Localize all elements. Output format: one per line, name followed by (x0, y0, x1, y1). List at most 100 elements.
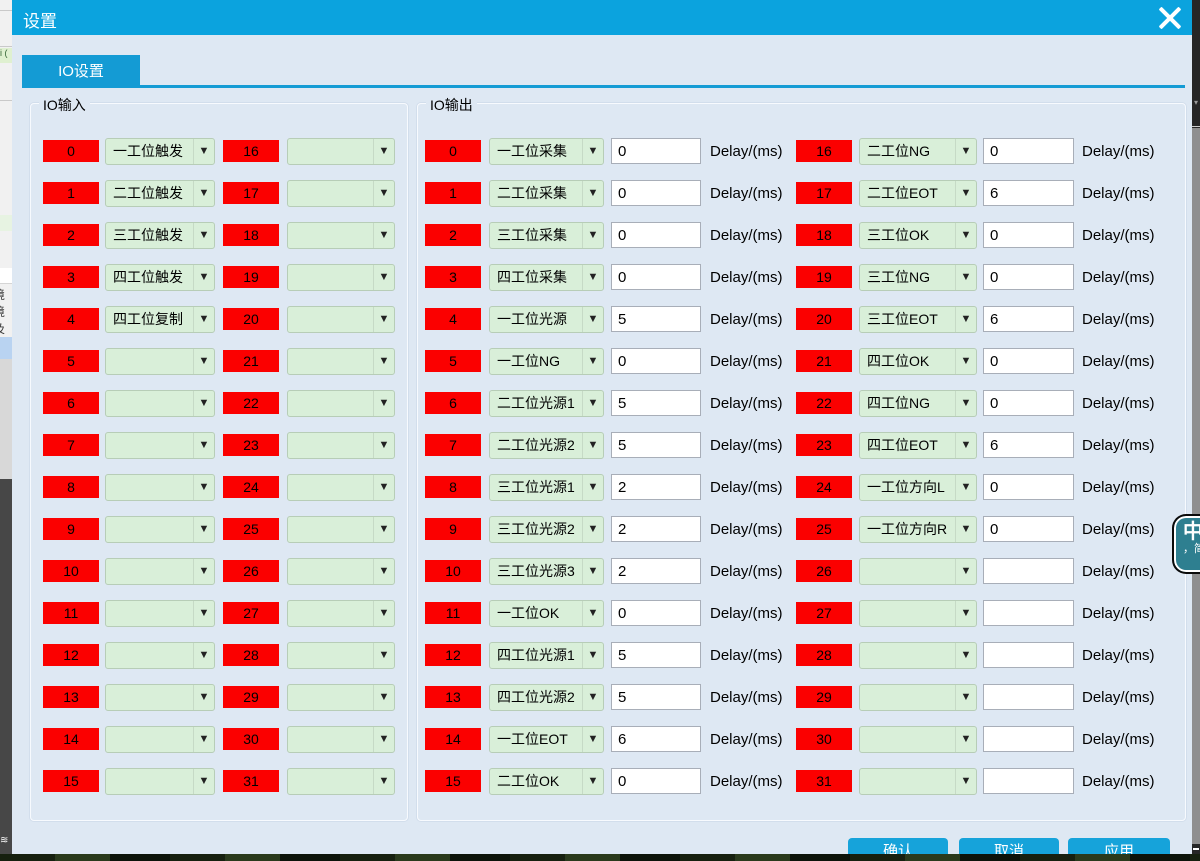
delay-input[interactable] (983, 768, 1074, 794)
io-input-function-dropdown[interactable]: ▼ (287, 432, 395, 459)
io-input-function-dropdown[interactable]: ▼ (105, 684, 215, 711)
close-icon[interactable] (1155, 3, 1185, 33)
io-output-function-dropdown[interactable]: 二工位光源2▼ (489, 432, 604, 459)
delay-input[interactable] (983, 432, 1074, 458)
delay-input[interactable] (983, 474, 1074, 500)
io-input-function-dropdown[interactable]: ▼ (105, 558, 215, 585)
io-output-function-dropdown[interactable]: ▼ (859, 768, 977, 795)
io-output-function-dropdown[interactable]: 四工位采集▼ (489, 264, 604, 291)
delay-input[interactable] (611, 600, 701, 626)
io-input-function-dropdown[interactable]: ▼ (287, 180, 395, 207)
io-input-function-dropdown[interactable]: 一工位触发▼ (105, 138, 215, 165)
io-output-function-dropdown[interactable]: 一工位NG▼ (489, 348, 604, 375)
io-output-function-dropdown[interactable]: ▼ (859, 642, 977, 669)
delay-input[interactable] (983, 600, 1074, 626)
io-output-function-dropdown[interactable]: 二工位EOT▼ (859, 180, 977, 207)
delay-input[interactable] (611, 768, 701, 794)
io-input-function-dropdown[interactable]: ▼ (105, 600, 215, 627)
tab-io-settings[interactable]: IO设置 (22, 55, 140, 88)
delay-input[interactable] (611, 264, 701, 290)
io-output-function-dropdown[interactable]: ▼ (859, 726, 977, 753)
delay-input[interactable] (983, 264, 1074, 290)
io-input-function-dropdown[interactable]: ▼ (287, 348, 395, 375)
delay-input[interactable] (983, 726, 1074, 752)
io-output-function-dropdown[interactable]: 二工位采集▼ (489, 180, 604, 207)
io-output-function-dropdown[interactable]: 一工位方向L▼ (859, 474, 977, 501)
io-input-function-dropdown[interactable]: ▼ (105, 516, 215, 543)
delay-input[interactable] (611, 138, 701, 164)
delay-input[interactable] (611, 222, 701, 248)
delay-input[interactable] (983, 180, 1074, 206)
io-output-function-dropdown[interactable]: 三工位采集▼ (489, 222, 604, 249)
delay-input[interactable] (611, 726, 701, 752)
delay-input[interactable] (983, 642, 1074, 668)
io-output-function-dropdown[interactable]: 一工位方向R▼ (859, 516, 977, 543)
io-output-function-dropdown[interactable]: 四工位NG▼ (859, 390, 977, 417)
io-output-function-dropdown[interactable]: 四工位EOT▼ (859, 432, 977, 459)
io-input-function-dropdown[interactable]: ▼ (105, 432, 215, 459)
delay-input[interactable] (983, 558, 1074, 584)
io-output-function-dropdown[interactable]: 一工位OK▼ (489, 600, 604, 627)
io-input-function-dropdown[interactable]: ▼ (287, 390, 395, 417)
delay-input[interactable] (611, 306, 701, 332)
io-input-function-dropdown[interactable]: 三工位触发▼ (105, 222, 215, 249)
io-input-function-dropdown[interactable]: ▼ (287, 726, 395, 753)
io-output-function-dropdown[interactable]: ▼ (859, 684, 977, 711)
ime-indicator[interactable]: 中 ，简 (1172, 514, 1200, 574)
io-input-function-dropdown[interactable]: 四工位复制▼ (105, 306, 215, 333)
delay-input[interactable] (983, 348, 1074, 374)
delay-input[interactable] (611, 390, 701, 416)
io-input-function-dropdown[interactable]: ▼ (287, 138, 395, 165)
delay-input[interactable] (983, 222, 1074, 248)
io-input-function-dropdown[interactable]: ▼ (287, 264, 395, 291)
delay-input[interactable] (983, 390, 1074, 416)
io-output-function-dropdown[interactable]: 三工位光源2▼ (489, 516, 604, 543)
delay-input[interactable] (611, 516, 701, 542)
io-input-function-dropdown[interactable]: 二工位触发▼ (105, 180, 215, 207)
delay-input[interactable] (611, 180, 701, 206)
delay-input[interactable] (611, 474, 701, 500)
io-output-function-dropdown[interactable]: 四工位光源1▼ (489, 642, 604, 669)
delay-input[interactable] (611, 558, 701, 584)
io-input-function-dropdown[interactable]: ▼ (287, 600, 395, 627)
io-output-function-dropdown[interactable]: 四工位光源2▼ (489, 684, 604, 711)
io-input-function-dropdown[interactable]: ▼ (105, 474, 215, 501)
io-output-function-dropdown[interactable]: 一工位采集▼ (489, 138, 604, 165)
delay-input[interactable] (611, 684, 701, 710)
scroll-arrow-icon[interactable]: ▾ (1192, 98, 1200, 107)
io-output-function-dropdown[interactable]: 二工位NG▼ (859, 138, 977, 165)
io-input-function-dropdown[interactable]: ▼ (287, 558, 395, 585)
io-output-function-dropdown[interactable]: 一工位光源▼ (489, 306, 604, 333)
io-output-function-dropdown[interactable]: 三工位OK▼ (859, 222, 977, 249)
io-input-function-dropdown[interactable]: ▼ (287, 768, 395, 795)
delay-input[interactable] (611, 642, 701, 668)
delay-input[interactable] (611, 432, 701, 458)
io-input-function-dropdown[interactable]: ▼ (105, 642, 215, 669)
io-input-function-dropdown[interactable]: ▼ (105, 768, 215, 795)
io-output-function-dropdown[interactable]: 二工位光源1▼ (489, 390, 604, 417)
io-output-function-dropdown[interactable]: 三工位光源1▼ (489, 474, 604, 501)
io-input-function-dropdown[interactable]: ▼ (287, 222, 395, 249)
io-output-function-dropdown[interactable]: 三工位光源3▼ (489, 558, 604, 585)
io-input-function-dropdown[interactable]: ▼ (287, 306, 395, 333)
io-input-function-dropdown[interactable]: ▼ (105, 390, 215, 417)
io-output-function-dropdown[interactable]: 三工位NG▼ (859, 264, 977, 291)
io-output-function-dropdown[interactable]: 二工位OK▼ (489, 768, 604, 795)
io-input-function-dropdown[interactable]: ▼ (105, 726, 215, 753)
io-input-function-dropdown[interactable]: ▼ (287, 684, 395, 711)
scrollbar-track[interactable] (1192, 128, 1200, 844)
io-input-function-dropdown[interactable]: ▼ (287, 516, 395, 543)
delay-input[interactable] (983, 516, 1074, 542)
delay-input[interactable] (611, 348, 701, 374)
delay-input[interactable] (983, 684, 1074, 710)
delay-input[interactable] (983, 306, 1074, 332)
io-output-function-dropdown[interactable]: ▼ (859, 558, 977, 585)
io-input-function-dropdown[interactable]: ▼ (105, 348, 215, 375)
delay-input[interactable] (983, 138, 1074, 164)
io-input-function-dropdown[interactable]: ▼ (287, 474, 395, 501)
io-output-function-dropdown[interactable]: 一工位EOT▼ (489, 726, 604, 753)
io-input-function-dropdown[interactable]: 四工位触发▼ (105, 264, 215, 291)
io-input-function-dropdown[interactable]: ▼ (287, 642, 395, 669)
io-output-function-dropdown[interactable]: 三工位EOT▼ (859, 306, 977, 333)
io-output-function-dropdown[interactable]: ▼ (859, 600, 977, 627)
